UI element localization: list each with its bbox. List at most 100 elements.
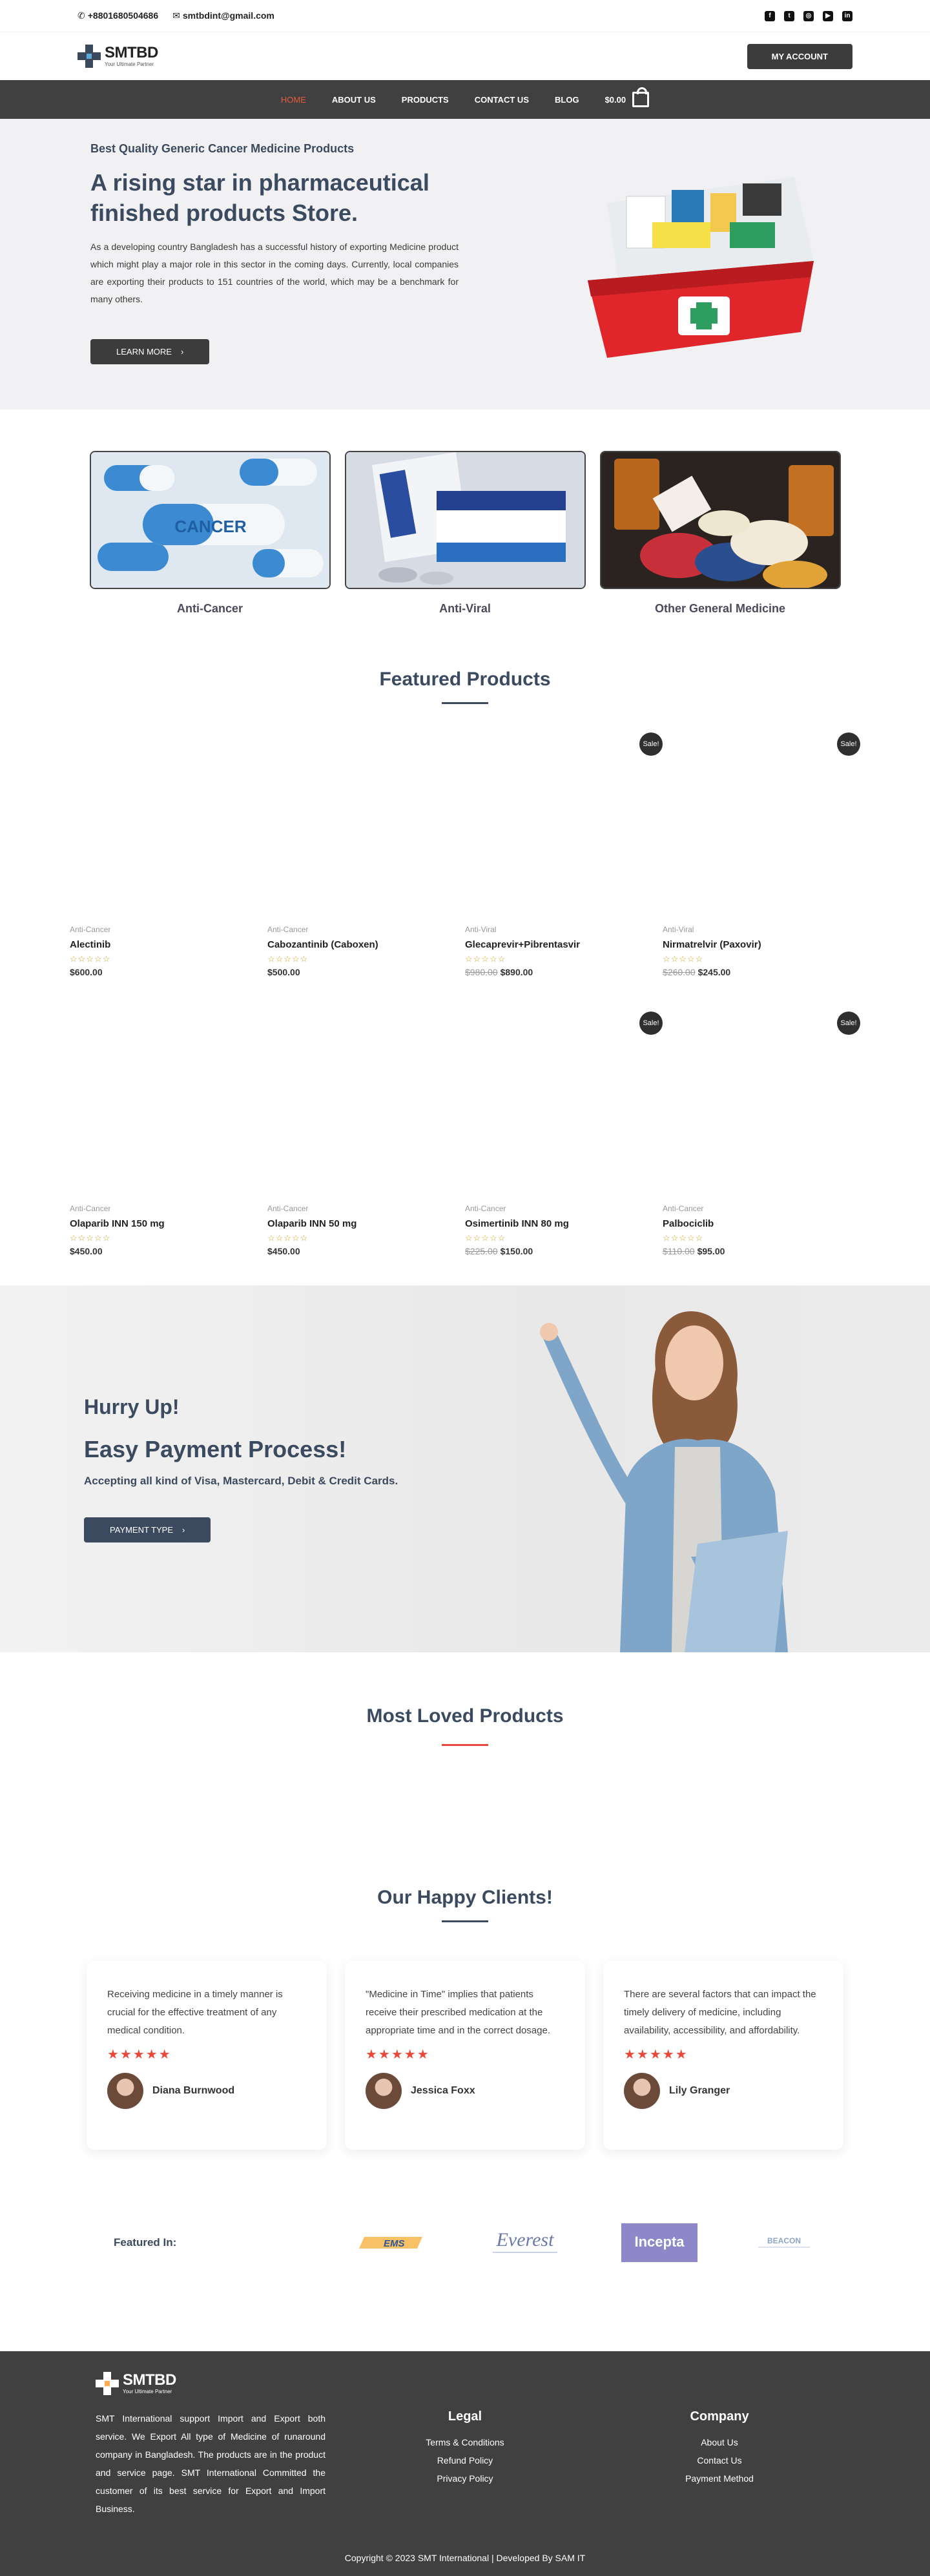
first-aid-kit-image bbox=[588, 177, 814, 358]
product-card[interactable]: Anti-Cancer Olaparib INN 50 mg ☆☆☆☆☆ $45… bbox=[267, 991, 465, 1270]
footer-link-terms[interactable]: Terms & Conditions bbox=[400, 2433, 530, 2451]
client-name: Jessica Foxx bbox=[411, 2085, 475, 2096]
incepta-logo: Incepta bbox=[621, 2223, 698, 2262]
shopping-bag-icon bbox=[632, 87, 650, 107]
footer-link-refund[interactable]: Refund Policy bbox=[400, 2451, 530, 2469]
rating-stars: ☆☆☆☆☆ bbox=[663, 1233, 704, 1243]
nav-products[interactable]: PRODUCTS bbox=[402, 95, 449, 105]
email-link[interactable]: ✉ smtbdint@gmail.com bbox=[172, 10, 274, 21]
price-old: $980.00 bbox=[465, 967, 498, 977]
price-old: $110.00 bbox=[663, 1246, 695, 1256]
product-title[interactable]: Glecaprevir+Pibrentasvir bbox=[465, 939, 663, 950]
youtube-icon[interactable]: ▶ bbox=[823, 10, 833, 21]
footer-link-contact[interactable]: Contact Us bbox=[655, 2451, 784, 2469]
most-loved-section: Most Loved Products bbox=[0, 1705, 930, 1746]
beacon-logo: BEACON bbox=[758, 2236, 810, 2248]
product-price: $110.00 $95.00 bbox=[663, 1246, 860, 1256]
footer-logo[interactable]: SMTBD Your Ultimate Partner bbox=[96, 2372, 326, 2395]
footer-company-title: Company bbox=[690, 2409, 749, 2424]
featured-products-title: Featured Products bbox=[379, 669, 551, 690]
footer: SMTBD Your Ultimate Partner SMT Internat… bbox=[0, 2351, 930, 2576]
category-cards: CANCER Anti-Cancer Anti-Viral Other Gene… bbox=[0, 451, 930, 616]
product-price: $500.00 bbox=[267, 967, 465, 977]
category-image-general-medicine bbox=[599, 451, 841, 589]
product-card[interactable]: Sale! Anti-Cancer Palbociclib ☆☆☆☆☆ $110… bbox=[663, 991, 860, 1270]
hero-title: A rising star in pharmaceutical finished… bbox=[90, 169, 429, 226]
nav-about-us[interactable]: ABOUT US bbox=[332, 95, 376, 105]
nav-blog[interactable]: BLOG bbox=[555, 95, 579, 105]
product-price: $450.00 bbox=[267, 1246, 465, 1256]
mail-icon: ✉ bbox=[172, 10, 180, 21]
partner-logos: EMS Everest Incepta BEACON bbox=[358, 2223, 816, 2262]
logo-cross-icon bbox=[78, 45, 101, 68]
product-title[interactable]: Palbociclib bbox=[663, 1218, 860, 1229]
incepta-logo-text: Incepta bbox=[634, 2234, 685, 2250]
footer-link-privacy[interactable]: Privacy Policy bbox=[400, 2469, 530, 2488]
category-card[interactable]: Anti-Viral bbox=[344, 451, 586, 616]
facebook-icon[interactable]: f bbox=[765, 10, 775, 21]
product-image: Sale! bbox=[663, 712, 860, 906]
product-category: Anti-Cancer bbox=[267, 925, 309, 934]
testimonial-list: Receiving medicine in a timely manner is… bbox=[0, 1961, 930, 2150]
product-title[interactable]: Olaparib INN 50 mg bbox=[267, 1218, 465, 1229]
product-title[interactable]: Cabozantinib (Caboxen) bbox=[267, 939, 465, 950]
testimonial-card: There are several factors that can impac… bbox=[603, 1961, 843, 2150]
rating-stars: ☆☆☆☆☆ bbox=[267, 1233, 309, 1243]
product-title[interactable]: Nirmatrelvir (Paxovir) bbox=[663, 939, 860, 950]
learn-more-label: LEARN MORE bbox=[116, 347, 172, 357]
my-account-button[interactable]: MY ACCOUNT bbox=[747, 43, 852, 69]
product-card[interactable]: Sale! Anti-Viral Glecaprevir+Pibrentasvi… bbox=[465, 712, 663, 991]
featured-products-section: Featured Products Anti-Cancer Alectinib … bbox=[0, 669, 930, 1270]
nav-contact-us[interactable]: CONTACT US bbox=[475, 95, 529, 105]
payment-type-button[interactable]: PAYMENT TYPE › bbox=[84, 1517, 211, 1542]
happy-clients-title: Our Happy Clients! bbox=[377, 1887, 553, 1908]
price-current: $890.00 bbox=[500, 967, 533, 977]
product-category: Anti-Cancer bbox=[663, 1204, 704, 1213]
product-card[interactable]: Anti-Cancer Alectinib ☆☆☆☆☆ $600.00 bbox=[70, 712, 267, 991]
rating-stars: ☆☆☆☆☆ bbox=[465, 1233, 506, 1243]
logo-cross-icon bbox=[96, 2372, 119, 2395]
product-card[interactable]: Anti-Cancer Olaparib INN 150 mg ☆☆☆☆☆ $4… bbox=[70, 991, 267, 1270]
product-title[interactable]: Olaparib INN 150 mg bbox=[70, 1218, 267, 1229]
product-title[interactable]: Osimertinib INN 80 mg bbox=[465, 1218, 663, 1229]
title-underline bbox=[442, 702, 488, 704]
title-underline bbox=[442, 1920, 488, 1922]
instagram-icon[interactable]: ◎ bbox=[803, 10, 814, 21]
product-image: Sale! bbox=[663, 991, 860, 1185]
linkedin-icon[interactable]: in bbox=[842, 10, 852, 21]
header: SMTBD Your Ultimate Partner MY ACCOUNT bbox=[0, 32, 930, 80]
product-card[interactable]: Sale! Anti-Cancer Osimertinib INN 80 mg … bbox=[465, 991, 663, 1270]
twitter-icon[interactable]: t bbox=[784, 10, 794, 21]
hero-eyebrow: Best Quality Generic Cancer Medicine Pro… bbox=[90, 142, 355, 155]
learn-more-button[interactable]: LEARN MORE › bbox=[90, 339, 210, 364]
product-image: Sale! bbox=[465, 991, 663, 1185]
svg-text:CANCER: CANCER bbox=[174, 517, 246, 536]
site-logo[interactable]: SMTBD Your Ultimate Partner bbox=[78, 45, 158, 68]
product-category: Anti-Viral bbox=[465, 925, 497, 934]
category-card[interactable]: Other General Medicine bbox=[599, 451, 841, 616]
category-image-anti-cancer: CANCER bbox=[89, 451, 331, 589]
category-card[interactable]: CANCER Anti-Cancer bbox=[89, 451, 331, 616]
price-current: $150.00 bbox=[500, 1246, 533, 1256]
product-card[interactable]: Sale! Anti-Viral Nirmatrelvir (Paxovir) … bbox=[663, 712, 860, 991]
category-name: Other General Medicine bbox=[654, 602, 786, 615]
product-image bbox=[70, 991, 267, 1185]
contact-info: ✆ +8801680504686 ✉ smtbdint@gmail.com bbox=[78, 10, 274, 21]
chevron-right-icon: › bbox=[180, 347, 184, 357]
price-old: $260.00 bbox=[663, 967, 696, 977]
product-title[interactable]: Alectinib bbox=[70, 939, 267, 950]
phone-link[interactable]: ✆ +8801680504686 bbox=[78, 10, 158, 21]
nav-home[interactable]: HOME bbox=[281, 95, 306, 105]
avatar bbox=[624, 2073, 660, 2109]
testimonial-quote: There are several factors that can impac… bbox=[624, 1989, 816, 2036]
product-price: $450.00 bbox=[70, 1246, 267, 1256]
email-text: smtbdint@gmail.com bbox=[182, 10, 274, 21]
category-name: Anti-Viral bbox=[439, 602, 491, 615]
logo-tagline: Your Ultimate Partner bbox=[105, 61, 154, 67]
product-category: Anti-Cancer bbox=[267, 1204, 309, 1213]
cart-button[interactable]: $0.00 bbox=[605, 87, 650, 107]
product-card[interactable]: Anti-Cancer Cabozantinib (Caboxen) ☆☆☆☆☆… bbox=[267, 712, 465, 991]
footer-link-payment[interactable]: Payment Method bbox=[655, 2469, 784, 2488]
footer-link-about[interactable]: About Us bbox=[655, 2433, 784, 2451]
client-name: Lily Granger bbox=[669, 2085, 730, 2096]
